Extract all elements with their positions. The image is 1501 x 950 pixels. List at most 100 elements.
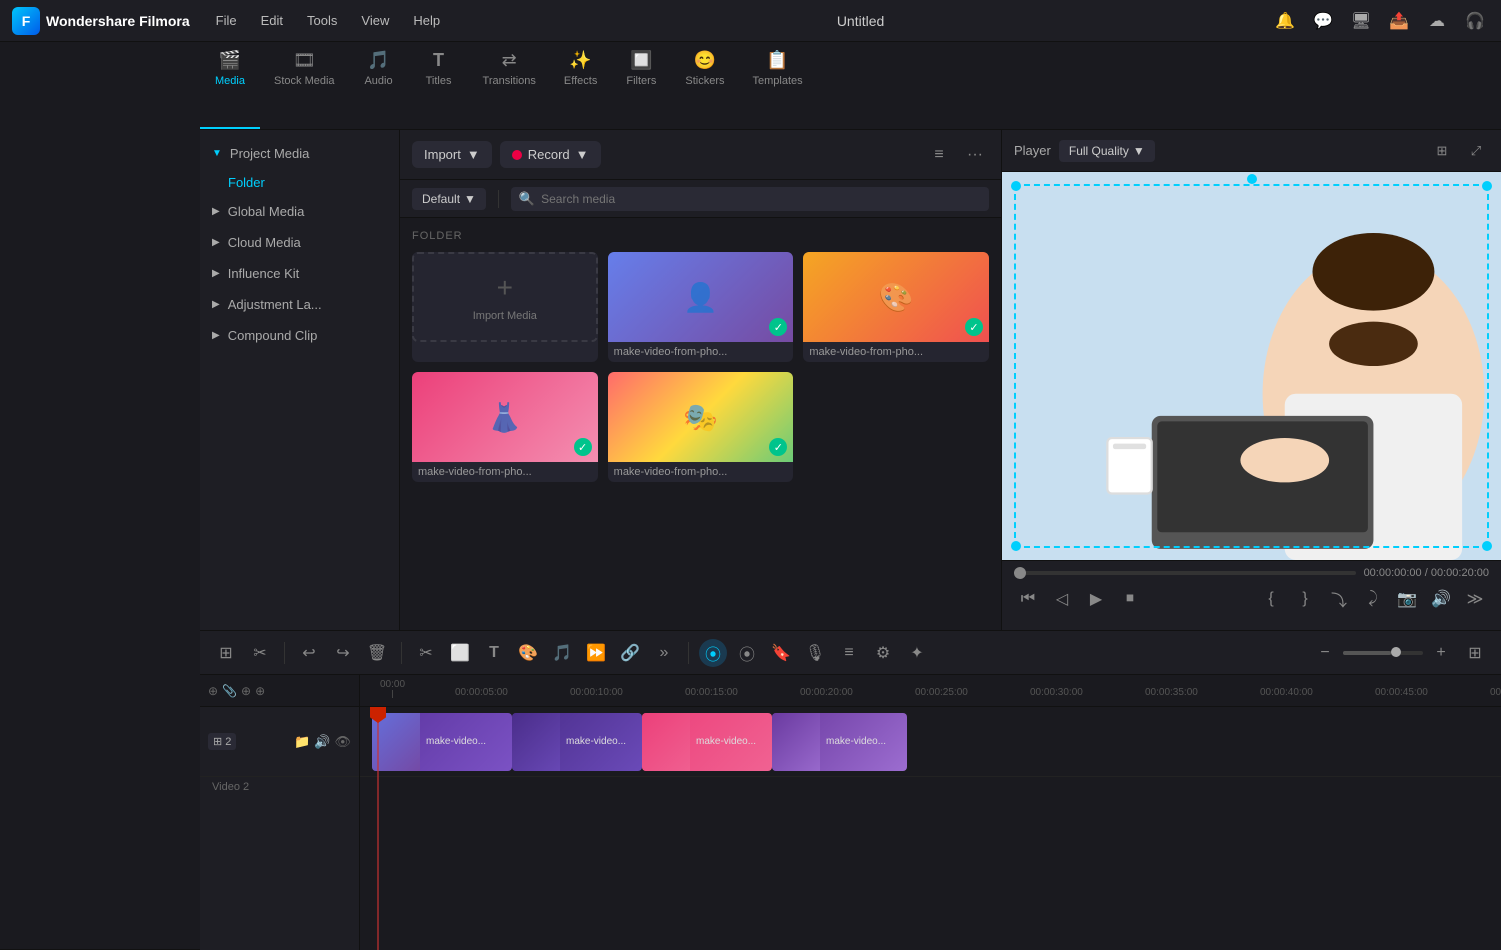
add-track-icon[interactable]: ⊕ (208, 684, 218, 698)
crop-button[interactable]: ⬜ (446, 639, 474, 667)
trim-tool-button[interactable]: ✂ (246, 639, 274, 667)
sidebar-item-compound-clip[interactable]: ▶ Compound Clip (200, 320, 399, 351)
more-ctrl-button[interactable]: ≫ (1461, 585, 1489, 613)
merge-icon[interactable]: ⊕ (255, 684, 265, 698)
delete-button[interactable]: 🗑 (363, 639, 391, 667)
search-input[interactable] (541, 192, 981, 206)
snap-button[interactable]: ⦿ (733, 639, 761, 667)
speed-button[interactable]: ⏩ (582, 639, 610, 667)
import-button[interactable]: Import ▼ (412, 141, 492, 168)
grid-layout-button[interactable]: ⊞ (1461, 639, 1489, 667)
media-item-3[interactable]: 👗 ✓ make-video-from-pho... (412, 372, 598, 482)
menu-help[interactable]: Help (403, 9, 450, 32)
frame-back-button[interactable]: ◁ (1048, 585, 1076, 613)
split-icon[interactable]: ⊕ (241, 684, 251, 698)
effects-tab-label: Effects (564, 75, 597, 87)
import-media-item[interactable]: + Import Media (412, 252, 598, 362)
media-item-4[interactable]: 🎭 ✓ make-video-from-pho... (608, 372, 794, 482)
color-button[interactable]: 🎨 (514, 639, 542, 667)
track-volume-icon[interactable]: 🔊 (314, 734, 330, 750)
sidebar-item-adjustment-layer[interactable]: ▶ Adjustment La... (200, 289, 399, 320)
video-clip-3[interactable]: make-video... (642, 713, 772, 771)
snapshot-button[interactable]: 📷 (1393, 585, 1421, 613)
track-settings-button[interactable]: ⚙ (869, 639, 897, 667)
redo-button[interactable]: ↪ (329, 639, 357, 667)
menu-tools[interactable]: Tools (297, 9, 347, 32)
insert-button[interactable]: ⤵ (1325, 585, 1353, 613)
media-item-1[interactable]: 👤 ✓ make-video-from-pho... (608, 252, 794, 362)
sidebar-item-cloud-media[interactable]: ▶ Cloud Media (200, 227, 399, 258)
volume-button[interactable]: 🔊 (1427, 585, 1455, 613)
more-tools-button[interactable]: » (650, 639, 678, 667)
sidebar-item-global-media[interactable]: ▶ Global Media (200, 196, 399, 227)
expand-arrow-icon: ▼ (212, 148, 222, 159)
audio-record-button[interactable]: 🎙 (801, 639, 829, 667)
progress-thumb[interactable] (1014, 567, 1026, 579)
zoom-thumb[interactable] (1391, 647, 1401, 657)
menu-edit[interactable]: Edit (251, 9, 293, 32)
export-icon[interactable]: 📤 (1385, 7, 1413, 35)
text-tool-button[interactable]: T (480, 639, 508, 667)
skip-back-button[interactable]: ⏮ (1014, 585, 1042, 613)
notification-icon[interactable]: 🔔 (1271, 7, 1299, 35)
tab-stock-media[interactable]: 🎞 Stock Media (260, 42, 349, 129)
quality-select[interactable]: Full Quality ▼ (1059, 140, 1155, 162)
record-button[interactable]: Record ▼ (500, 141, 601, 168)
progress-track[interactable] (1014, 571, 1356, 575)
group-tool-button[interactable]: ⊞ (212, 639, 240, 667)
playhead-button[interactable]: ⦿ (699, 639, 727, 667)
cut-button[interactable]: ✂ (412, 639, 440, 667)
sidebar-sub-folder[interactable]: Folder (200, 169, 399, 196)
monitor-icon[interactable]: 🖥 (1347, 7, 1375, 35)
tl-sep-1 (284, 642, 285, 664)
tab-stickers[interactable]: 😊 Stickers (671, 42, 738, 129)
zoom-track[interactable] (1343, 651, 1423, 655)
clip-icon[interactable]: 📎 (222, 684, 237, 698)
track-manager-button[interactable]: ≡ (835, 639, 863, 667)
link-button[interactable]: 🔗 (616, 639, 644, 667)
track-folder-icon[interactable]: 📁 (294, 734, 310, 750)
sidebar-item-project-media[interactable]: ▼ Project Media (200, 138, 399, 169)
timeline-ruler[interactable]: 00:00 00:00:05:00 00:00:10:00 00:00:15:0… (360, 675, 1501, 707)
mark-out-button[interactable]: } (1291, 585, 1319, 613)
sidebar-item-influence-kit[interactable]: ▶ Influence Kit (200, 258, 399, 289)
audio-mixer-button[interactable]: 🎵 (548, 639, 576, 667)
play-button[interactable]: ▶ (1082, 585, 1110, 613)
feedback-icon[interactable]: 💬 (1309, 7, 1337, 35)
video-clip-4[interactable]: make-video... (772, 713, 907, 771)
tab-audio[interactable]: 🎵 Audio (349, 42, 409, 129)
ai-tools-button[interactable]: ✦ (903, 639, 931, 667)
grid-view-icon[interactable]: ⊞ (1429, 138, 1455, 164)
import-media-label: Import Media (473, 310, 537, 322)
tab-titles[interactable]: T Titles (409, 42, 469, 129)
project-media-label: Project Media (230, 146, 387, 161)
overwrite-button[interactable]: ⤸ (1359, 585, 1387, 613)
zoom-in-button[interactable]: + (1427, 639, 1455, 667)
stop-button[interactable]: ⏹ (1116, 585, 1144, 613)
tab-transitions[interactable]: ⇄ Transitions (469, 42, 550, 129)
tab-templates[interactable]: 📋 Templates (738, 42, 816, 129)
track-eye-icon[interactable]: 👁 (334, 734, 351, 750)
zoom-out-button[interactable]: − (1311, 639, 1339, 667)
quality-dropdown-icon: ▼ (1133, 144, 1145, 158)
headphone-icon[interactable]: 🎧 (1461, 7, 1489, 35)
tab-effects[interactable]: ✨ Effects (550, 42, 611, 129)
media-thumb-4: 🎭 ✓ (608, 372, 794, 462)
video-clip-2[interactable]: make-video... (512, 713, 642, 771)
cloud-icon[interactable]: ☁ (1423, 7, 1451, 35)
video-clip-1[interactable]: make-video... (372, 713, 512, 771)
fullscreen-icon[interactable]: ⤢ (1463, 138, 1489, 164)
mark-in-button[interactable]: { (1257, 585, 1285, 613)
preview-person-svg (1002, 172, 1501, 560)
undo-button[interactable]: ↩ (295, 639, 323, 667)
more-options-icon[interactable]: ··· (961, 141, 989, 169)
default-filter-select[interactable]: Default ▼ (412, 188, 486, 210)
menu-view[interactable]: View (351, 9, 399, 32)
menu-file[interactable]: File (206, 9, 247, 32)
filter-icon-btn[interactable]: ≡ (925, 141, 953, 169)
video2-badge: ⊞ 2 (208, 733, 236, 750)
media-item-2[interactable]: 🎨 ✓ make-video-from-pho... (803, 252, 989, 362)
marker-button[interactable]: 🔖 (767, 639, 795, 667)
tab-media[interactable]: 🎬 Media (200, 42, 260, 129)
tab-filters[interactable]: 🔲 Filters (611, 42, 671, 129)
